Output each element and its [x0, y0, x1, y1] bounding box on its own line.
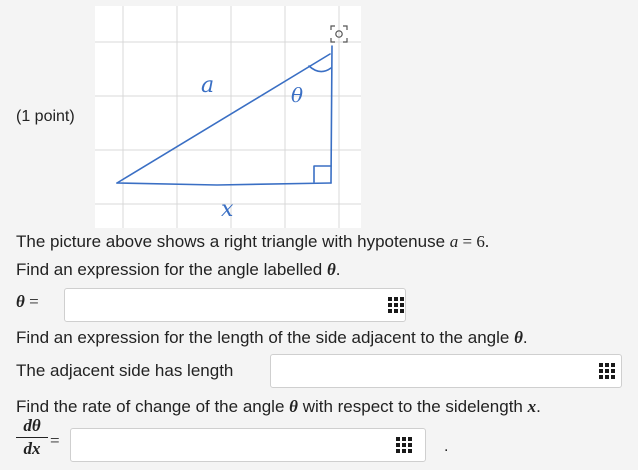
angle-label-theta: θ: [291, 83, 303, 107]
points-label: (1 point): [16, 108, 75, 125]
derivative-fraction: dθ dx: [16, 416, 48, 459]
derivative-numerator: dθ: [23, 416, 41, 435]
find-angle-prompt: Find an expression for the angle labelle…: [16, 260, 341, 279]
answer-palette-icon[interactable]: [599, 363, 615, 379]
vertical-line: [330, 45, 333, 184]
rate-answer-field[interactable]: [70, 428, 426, 462]
graph-grid: [95, 6, 361, 228]
rate-input[interactable]: [71, 429, 425, 461]
adjacent-length-label: The adjacent side has length: [16, 361, 234, 380]
answer-palette-icon[interactable]: [388, 297, 404, 313]
theta-answer-field[interactable]: [64, 288, 406, 322]
side-label-a: a: [201, 73, 214, 98]
triangle-figure: a θ x: [95, 6, 361, 228]
derivative-equals: =: [50, 431, 60, 450]
derivative-denominator: dx: [23, 439, 41, 458]
adjacent-input[interactable]: [271, 355, 621, 387]
problem-intro: The picture above shows a right triangle…: [16, 232, 490, 251]
answer-palette-icon[interactable]: [396, 437, 412, 453]
hypotenuse-line: [116, 53, 331, 184]
find-adjacent-prompt: Find an expression for the length of the…: [16, 328, 528, 347]
fraction-bar: [16, 437, 48, 438]
base-line: [116, 182, 332, 186]
adjacent-answer-field[interactable]: [270, 354, 622, 388]
side-label-x: x: [221, 197, 234, 222]
theta-arc: [308, 65, 332, 73]
right-angle-mark: [313, 165, 332, 183]
theta-input[interactable]: [65, 289, 405, 321]
theta-equals-label: θ =: [16, 292, 39, 311]
rate-of-change-prompt: Find the rate of change of the angle θ w…: [16, 397, 541, 416]
trailing-period: .: [444, 438, 449, 455]
